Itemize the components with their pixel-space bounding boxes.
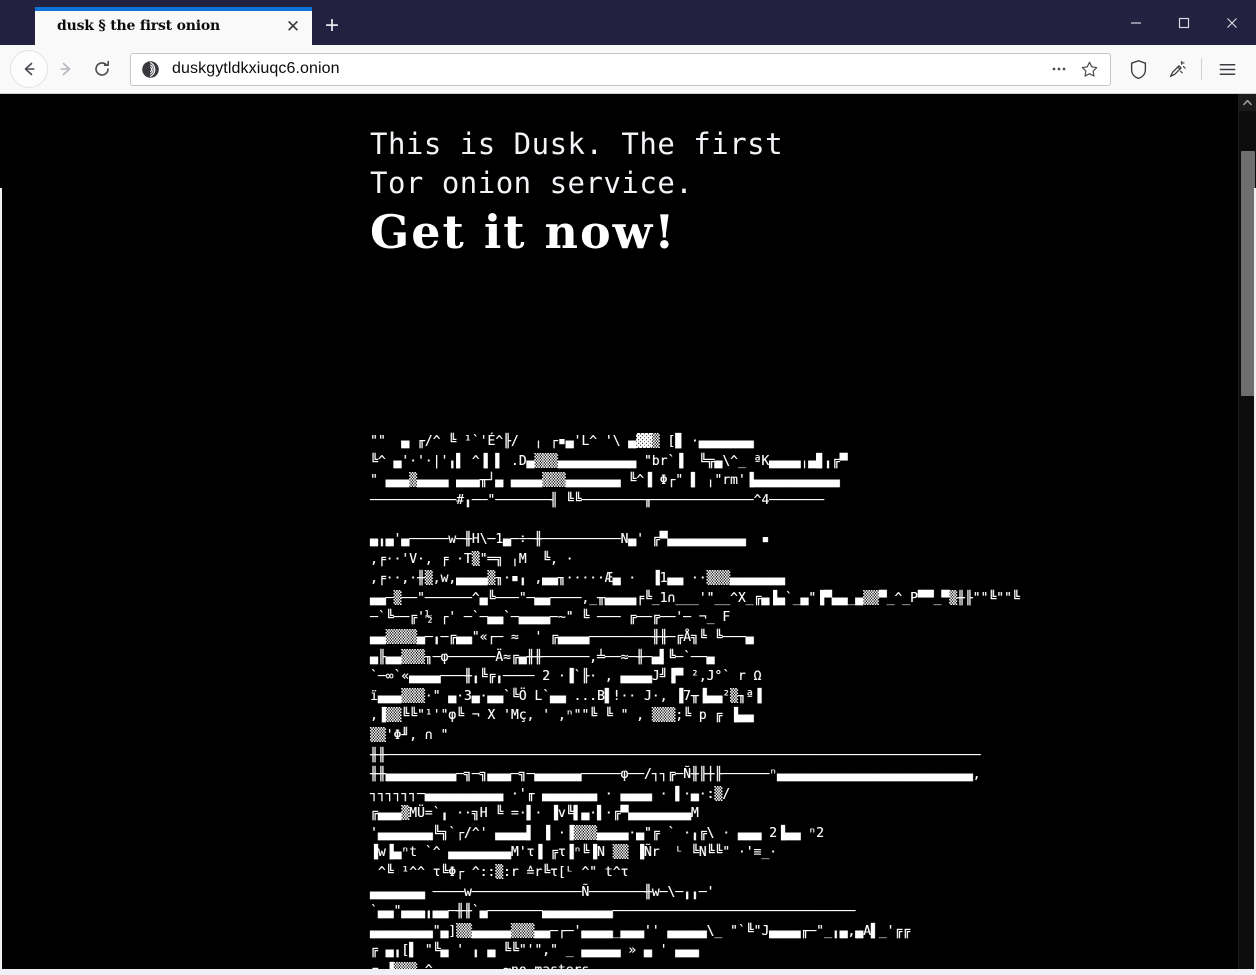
scroll-up-arrow[interactable] <box>1239 94 1256 111</box>
tab-active-accent <box>35 7 312 11</box>
back-button[interactable] <box>10 50 48 88</box>
scroll-track[interactable] <box>1239 111 1256 975</box>
minimize-button[interactable] <box>1112 0 1160 45</box>
tab-close-icon[interactable]: ✕ <box>282 15 304 37</box>
maximize-button[interactable] <box>1160 0 1208 45</box>
toolbar-separator <box>1201 58 1202 80</box>
window-controls <box>1112 0 1256 45</box>
ascii-art-block: "" ▄ ╓/^ ╚ ¹`'É^╟/ ╷ ┌▪▄'L^ '\ ▄▓▓▒ [▊ ·… <box>370 434 1020 975</box>
get-it-now-heading: Get it now! <box>370 205 677 259</box>
onion-icon <box>142 60 159 78</box>
browser-window: dusk § the first onion ✕ + duskgytldkxiu… <box>0 0 1256 975</box>
page-scrollbar[interactable] <box>1238 94 1256 975</box>
forward-button[interactable] <box>48 51 84 87</box>
tab-strip: dusk § the first onion ✕ + <box>0 0 1112 45</box>
scroll-thumb[interactable] <box>1241 151 1255 396</box>
tab-dusk[interactable]: dusk § the first onion ✕ <box>35 7 312 45</box>
tab-title: dusk § the first onion <box>57 18 220 34</box>
url-bar[interactable]: duskgytldkxiuqc6.onion <box>130 52 1111 86</box>
broom-icon[interactable] <box>1157 51 1195 87</box>
hamburger-icon[interactable] <box>1208 51 1246 87</box>
page-headline: This is Dusk. The first Tor onion servic… <box>370 127 784 200</box>
reload-button[interactable] <box>84 51 120 87</box>
title-bar: dusk § the first onion ✕ + <box>0 0 1256 45</box>
navigation-toolbar: duskgytldkxiuqc6.onion <box>0 45 1256 94</box>
url-text[interactable]: duskgytldkxiuqc6.onion <box>172 60 1044 78</box>
shield-icon[interactable] <box>1119 51 1157 87</box>
url-bar-actions <box>1044 55 1104 83</box>
star-icon[interactable] <box>1074 55 1104 83</box>
onion-page: This is Dusk. The first Tor onion servic… <box>0 94 1238 975</box>
page-actions-icon[interactable] <box>1044 55 1074 83</box>
close-button[interactable] <box>1208 0 1256 45</box>
new-tab-button[interactable]: + <box>312 7 352 45</box>
content-area: This is Dusk. The first Tor onion servic… <box>0 94 1256 975</box>
